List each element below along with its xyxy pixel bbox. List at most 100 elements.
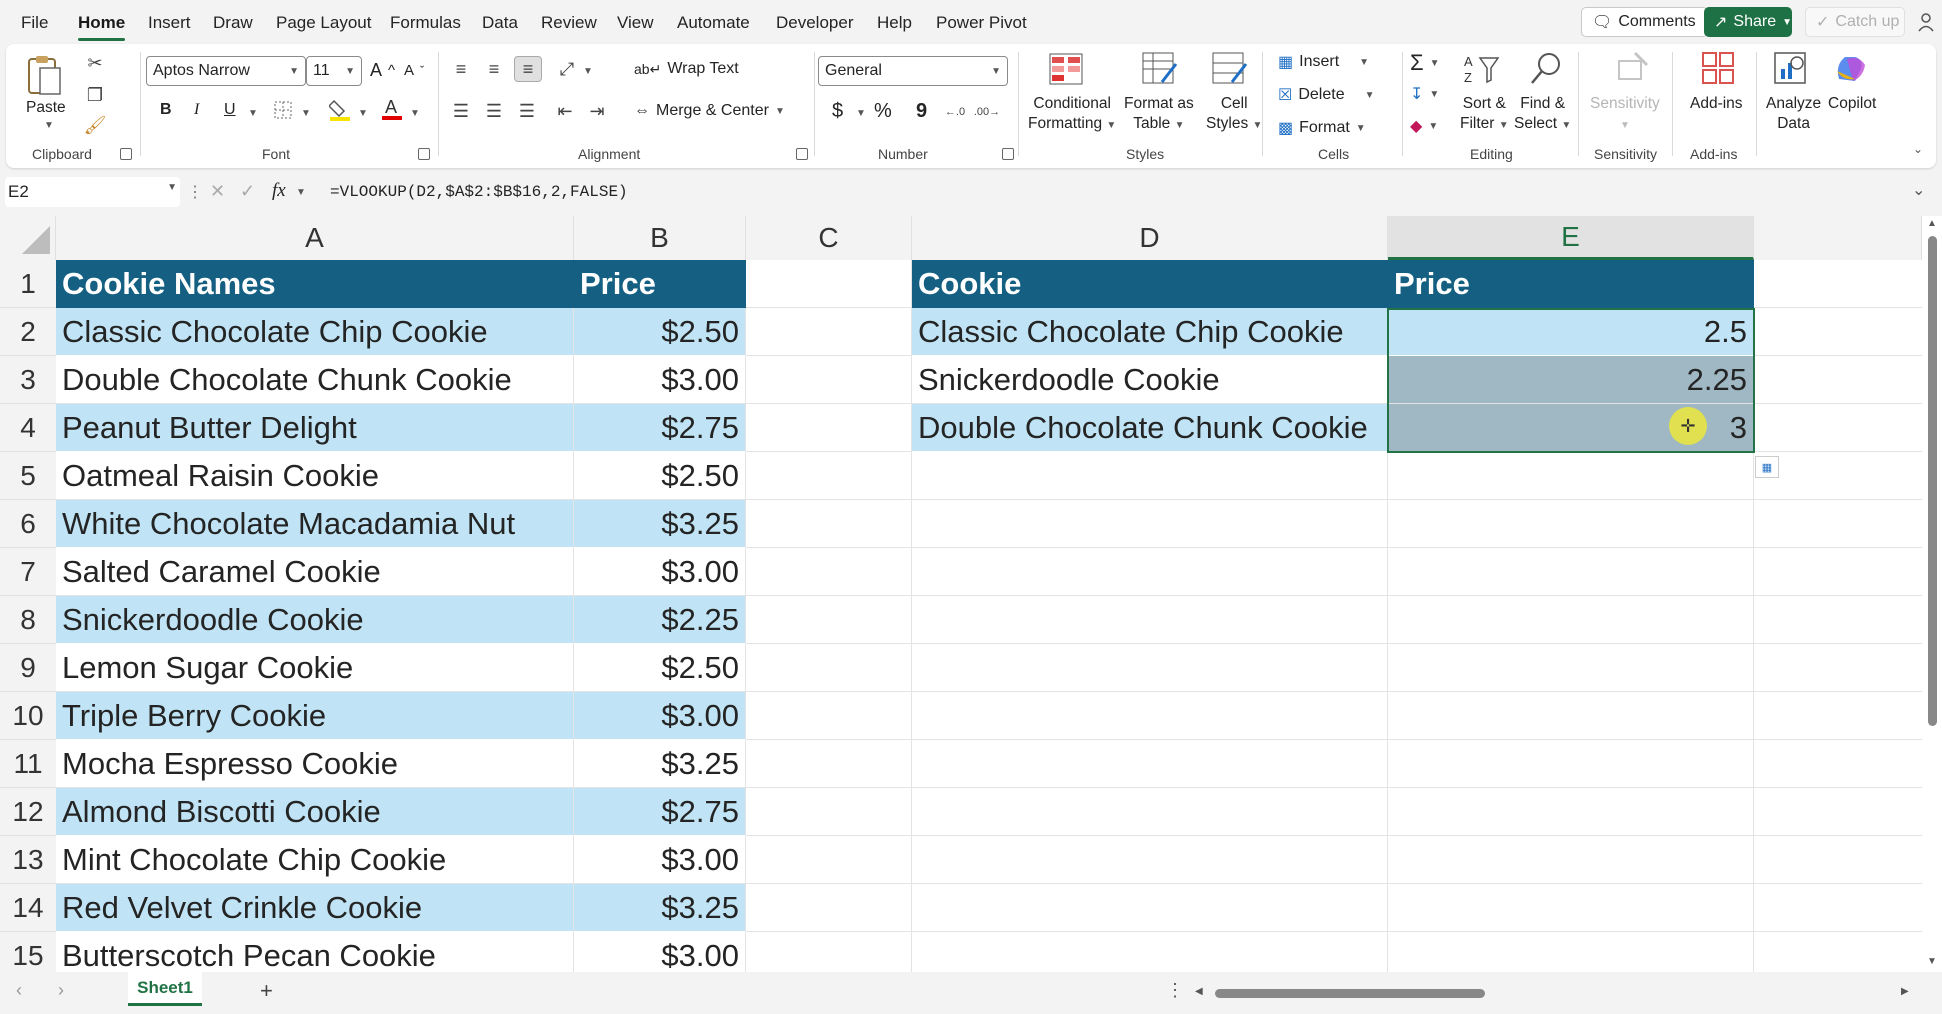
merge-center-button[interactable]: ⇔ Merge & Center ▼ [634,102,785,120]
cookie-name-cell[interactable]: Mocha Espresso Cookie [56,740,574,788]
sort-filter-icon[interactable]: AZ [1464,52,1500,86]
person-icon[interactable] [1917,12,1935,32]
collapse-ribbon-icon[interactable]: ⌄ [1913,142,1923,156]
lookup-cookie-cell[interactable]: Snickerdoodle Cookie [912,356,1388,404]
row-header[interactable]: 5 [0,452,56,500]
font-color-icon[interactable]: A [380,94,404,122]
dialog-launcher-icon[interactable] [418,148,430,160]
comma-button[interactable]: 9 [916,100,927,123]
add-ins-button[interactable]: Add-ins [1690,94,1743,114]
chevron-down-icon[interactable]: ▼ [410,108,420,119]
price-cell[interactable]: $2.50 [574,308,746,356]
sort-filter-button[interactable]: Sort & Filter ▼ [1460,94,1509,136]
increase-indent-icon[interactable]: ⇥ [586,100,608,122]
row-header[interactable]: 3 [0,356,56,404]
chevron-down-icon[interactable]: ▼ [856,108,866,119]
lookup-cookie-cell[interactable]: Double Chocolate Chunk Cookie [912,404,1388,452]
column-header-e[interactable]: E [1388,216,1754,260]
cookie-name-cell[interactable]: Red Velvet Crinkle Cookie [56,884,574,932]
next-sheet-icon[interactable]: › [58,980,64,1001]
dialog-launcher-icon[interactable] [120,148,132,160]
cookie-name-cell[interactable]: Triple Berry Cookie [56,692,574,740]
cookie-name-cell[interactable]: Mint Chocolate Chip Cookie [56,836,574,884]
increase-decimal-icon[interactable]: ←.0 [942,100,968,124]
orientation-icon[interactable]: ⤢ [554,58,580,80]
select-all-corner[interactable] [0,216,56,260]
header-cell[interactable]: Price [574,260,746,308]
column-header-d[interactable]: D [912,216,1388,260]
price-cell[interactable]: $2.50 [574,452,746,500]
menu-view[interactable]: View [617,13,654,33]
menu-file[interactable]: File [21,13,48,33]
format-painter-icon[interactable]: 🖌 [84,114,107,136]
column-header-a[interactable]: A [56,216,574,260]
previous-sheet-icon[interactable]: ‹ [16,980,22,1001]
share-button[interactable]: ↗ Share ▼ [1704,7,1792,37]
wrap-text-button[interactable]: ab↵ Wrap Text [634,60,739,78]
row-header[interactable]: 4 [0,404,56,452]
menu-power-pivot[interactable]: Power Pivot [936,13,1027,33]
clear-button[interactable]: ◆ ▼ [1410,116,1438,136]
quick-analysis-icon[interactable]: ▦ [1755,456,1779,478]
horizontal-scroll-thumb[interactable] [1215,989,1485,998]
cell-styles-icon[interactable] [1212,52,1248,86]
price-cell[interactable]: $2.50 [574,644,746,692]
chevron-down-icon[interactable]: ▼ [44,120,54,131]
enter-icon[interactable]: ✓ [240,181,255,202]
cookie-name-cell[interactable]: White Chocolate Macadamia Nut [56,500,574,548]
cancel-icon[interactable]: ✕ [210,181,225,202]
menu-help[interactable]: Help [877,13,912,33]
align-center-icon[interactable]: ☰ [483,100,505,122]
scroll-right-icon[interactable]: ▶ [1901,986,1909,997]
cookie-name-cell[interactable]: Butterscotch Pecan Cookie [56,932,574,972]
format-as-table-button[interactable]: Format as Table ▼ [1124,94,1194,136]
row-header[interactable]: 10 [0,692,56,740]
expand-formula-bar-icon[interactable]: ⌄ [1912,180,1925,200]
chevron-down-icon[interactable]: ▼ [583,66,593,77]
price-cell[interactable]: $3.00 [574,548,746,596]
chevron-down-icon[interactable]: ▼ [248,108,258,119]
price-cell[interactable]: $3.25 [574,884,746,932]
comments-button[interactable]: 🗨 Comments [1581,7,1708,37]
more-options-icon[interactable]: ⋮ [187,182,203,202]
menu-draw[interactable]: Draw [213,13,253,33]
find-select-icon[interactable] [1528,50,1564,86]
dialog-launcher-icon[interactable] [1002,148,1014,160]
format-cells-button[interactable]: ▩ Format ▼ [1278,118,1366,138]
row-header[interactable]: 13 [0,836,56,884]
scroll-down-icon[interactable]: ▼ [1927,956,1937,967]
formula-input[interactable]: =VLOOKUP(D2,$A$2:$B$16,2,FALSE) [330,183,628,201]
insert-cells-button[interactable]: ▦ Insert ▼ [1278,52,1369,72]
italic-button[interactable]: I [194,101,199,119]
scroll-left-icon[interactable]: ◀ [1195,986,1203,997]
row-header[interactable]: 11 [0,740,56,788]
column-header-f[interactable] [1754,216,1922,260]
currency-button[interactable]: $ [832,100,843,123]
sensitivity-icon[interactable] [1614,50,1650,86]
percent-button[interactable]: % [874,100,892,123]
menu-review[interactable]: Review [541,13,597,33]
format-as-table-icon[interactable] [1142,52,1178,86]
chevron-down-icon[interactable]: ▼ [358,108,368,119]
align-bottom-icon[interactable]: ≡ [514,56,542,82]
fill-button[interactable]: ↧ ▼ [1410,84,1439,104]
copilot-button[interactable]: Copilot [1828,94,1876,114]
conditional-formatting-button[interactable]: Conditional Formatting ▼ [1028,94,1116,136]
header-cell[interactable]: Cookie Names [56,260,574,308]
cell-styles-button[interactable]: Cell Styles ▼ [1206,94,1262,136]
menu-insert[interactable]: Insert [148,13,191,33]
sheet-tab-sheet1[interactable]: Sheet1 [128,972,202,1006]
price-cell[interactable]: $3.00 [574,932,746,972]
dialog-launcher-icon[interactable] [796,148,808,160]
menu-page-layout[interactable]: Page Layout [276,13,371,33]
cookie-name-cell[interactable]: Snickerdoodle Cookie [56,596,574,644]
header-cell[interactable]: Price [1388,260,1754,308]
row-header[interactable]: 8 [0,596,56,644]
paste-icon[interactable] [24,52,64,98]
grow-font-button[interactable]: A ^ [370,60,395,81]
underline-button[interactable]: U [224,101,236,119]
lookup-price-cell[interactable]: 2.25 [1388,356,1754,404]
name-box[interactable]: E2 ▼ [5,177,180,207]
column-header-b[interactable]: B [574,216,746,260]
price-cell[interactable]: $3.00 [574,692,746,740]
